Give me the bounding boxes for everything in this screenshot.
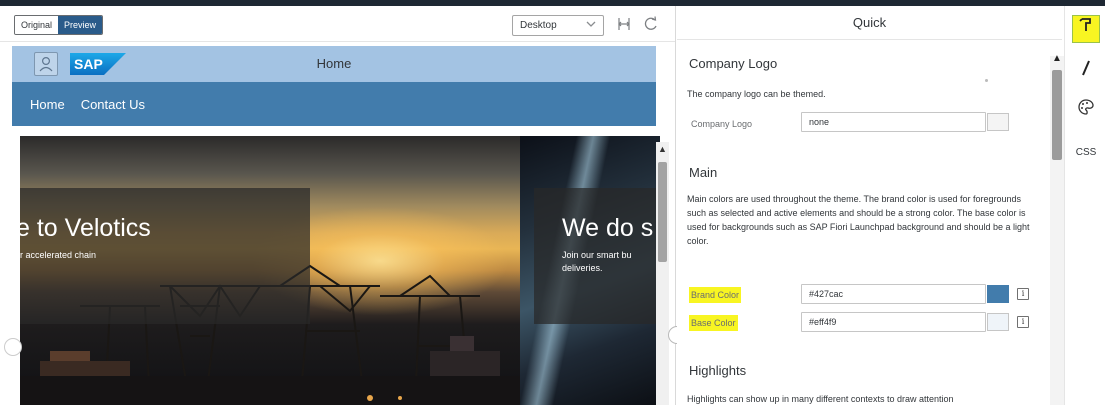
- main-heading: Main: [689, 165, 718, 180]
- company-logo-value: none: [809, 117, 830, 127]
- base-color-swatch[interactable]: [987, 313, 1009, 331]
- shell-bar: Home SAP: [12, 46, 656, 82]
- user-avatar-button[interactable]: [34, 52, 58, 76]
- decorative-dot: [985, 79, 988, 82]
- info-icon[interactable]: i: [1017, 288, 1029, 300]
- slide2-subtitle-line2: deliveries.: [562, 263, 603, 273]
- preview-scrollbar-thumb[interactable]: [658, 162, 667, 262]
- hero-carousel[interactable]: e to Velotics r accelerated chain We do …: [20, 136, 660, 405]
- device-select-value: Desktop: [520, 20, 557, 31]
- preview-button[interactable]: Preview: [58, 16, 103, 34]
- brand-color-input[interactable]: #427cac: [801, 284, 986, 304]
- quick-panel-scrollbar[interactable]: ▲: [1050, 53, 1064, 405]
- slide1-caption: e to Velotics r accelerated chain: [20, 188, 310, 324]
- brush-icon[interactable]: [1072, 15, 1100, 43]
- side-toolbar: CSS: [1064, 6, 1105, 405]
- brand-color-swatch[interactable]: [987, 285, 1009, 303]
- preview-scrollbar[interactable]: ▲: [656, 142, 669, 405]
- refresh-icon[interactable]: [642, 15, 660, 35]
- fit-icon[interactable]: [615, 15, 633, 35]
- scroll-up-icon[interactable]: ▲: [1050, 53, 1064, 64]
- info-icon[interactable]: i: [1017, 316, 1029, 328]
- slide1-title: e to Velotics: [20, 214, 151, 242]
- company-logo-label: Company Logo: [691, 119, 753, 129]
- device-select[interactable]: Desktop: [512, 15, 604, 36]
- quick-panel-title: Quick: [677, 6, 1062, 40]
- base-color-label: Base Color: [689, 315, 738, 331]
- slide2-caption: We do s Join our smart bu deliveries.: [534, 188, 660, 324]
- nav-bar: Home Contact Us: [12, 82, 656, 126]
- css-editor-tab[interactable]: CSS: [1072, 139, 1100, 167]
- slide2-title: We do s: [562, 214, 654, 242]
- company-logo-picker[interactable]: [987, 113, 1009, 131]
- original-button[interactable]: Original: [15, 16, 59, 34]
- chevron-down-icon: [585, 17, 597, 35]
- brand-color-label: Brand Color: [689, 287, 742, 303]
- preview-pane: Original Preview Desktop Home SAP Home C…: [0, 6, 676, 405]
- left-resize-handle[interactable]: [4, 338, 22, 356]
- preview-toolbar: Original Preview Desktop: [0, 6, 675, 42]
- base-color-value: #eff4f9: [809, 317, 837, 327]
- company-logo-heading: Company Logo: [689, 56, 778, 71]
- quick-panel: Quick Company Logo The company logo can …: [677, 6, 1062, 405]
- scroll-up-icon[interactable]: ▲: [656, 144, 669, 154]
- slide2-subtitle-line1: Join our smart bu: [562, 250, 632, 260]
- person-icon: [39, 56, 53, 72]
- sap-logo: SAP: [70, 53, 126, 75]
- highlights-description: Highlights can show up in many different…: [687, 394, 954, 404]
- palette-icon[interactable]: [1072, 98, 1100, 126]
- view-mode-toggle: Original Preview: [14, 15, 104, 35]
- slide1-subtitle: r accelerated chain: [20, 250, 97, 260]
- company-logo-input[interactable]: none: [801, 112, 986, 132]
- highlights-heading: Highlights: [689, 363, 747, 378]
- base-color-input[interactable]: #eff4f9: [801, 312, 986, 332]
- main-description: Main colors are used throughout the them…: [687, 194, 1030, 246]
- nav-link-home[interactable]: Home: [30, 97, 65, 112]
- company-logo-description: The company logo can be themed.: [687, 89, 826, 99]
- pencil-icon[interactable]: [1072, 59, 1100, 87]
- quick-panel-scrollbar-thumb[interactable]: [1052, 70, 1062, 160]
- brand-color-value: #427cac: [809, 289, 844, 299]
- svg-text:SAP: SAP: [74, 56, 103, 72]
- slide2-subtitle: Join our smart bu deliveries.: [562, 249, 632, 275]
- nav-link-contact-us[interactable]: Contact Us: [81, 97, 145, 112]
